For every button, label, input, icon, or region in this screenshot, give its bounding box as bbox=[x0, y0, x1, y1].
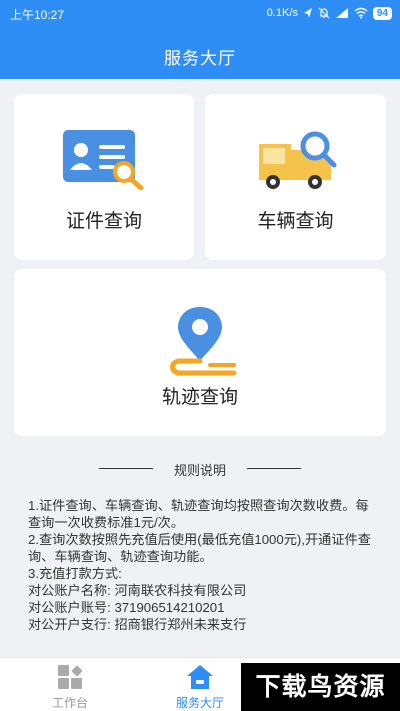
card-track-label: 轨迹查询 bbox=[161, 387, 238, 408]
tab-workbench-label: 工作台 bbox=[51, 696, 88, 710]
page-title: 服务大厅 bbox=[164, 49, 236, 68]
location-icon bbox=[303, 8, 312, 18]
location-track-icon bbox=[170, 307, 237, 376]
rules-account-number: 对公账户账号: 371906514210201 bbox=[28, 600, 225, 615]
rules-heading: 规则说明 bbox=[0, 460, 400, 478]
tab-workbench[interactable]: 工作台 bbox=[0, 658, 140, 711]
truck-search-icon bbox=[259, 131, 337, 189]
rules-text: 1.证件查询、车辆查询、轨迹查询均按照查询次数收费。每查询一次收费标准1元/次。… bbox=[28, 497, 378, 633]
divider-right bbox=[247, 468, 301, 469]
header-bar: 上午10:27 0.1K/s 94 服务大厅 bbox=[0, 0, 400, 79]
battery-level: 94 bbox=[372, 6, 392, 20]
wifi-icon bbox=[354, 7, 368, 19]
card-certificate-label: 证件查询 bbox=[65, 211, 142, 232]
rules-account-branch: 对公开户支行: 招商银行郑州未来支行 bbox=[28, 617, 247, 632]
grid-icon bbox=[58, 665, 83, 689]
network-speed: 0.1K/s bbox=[266, 7, 298, 19]
rules-line-2: 2.查询次数按照先充值后使用(最低充值1000元),开通证件查询、车辆查询、轨迹… bbox=[28, 532, 371, 564]
card-certificate-query[interactable]: 证件查询 bbox=[14, 94, 194, 260]
card-vehicle-query[interactable]: 车辆查询 bbox=[205, 94, 386, 260]
card-track-query[interactable]: 轨迹查询 bbox=[14, 269, 386, 436]
mute-icon bbox=[318, 7, 330, 19]
rules-line-1: 1.证件查询、车辆查询、轨迹查询均按照查询次数收费。每查询一次收费标准1元/次。 bbox=[28, 498, 369, 530]
status-icons: 0.1K/s 94 bbox=[267, 5, 392, 21]
watermark-logo: 下载鸟资源 bbox=[241, 663, 400, 711]
id-card-search-icon bbox=[63, 130, 144, 190]
rules-title: 规则说明 bbox=[173, 463, 226, 478]
card-vehicle-label: 车辆查询 bbox=[257, 211, 334, 232]
status-bar: 上午10:27 0.1K/s 94 bbox=[0, 0, 400, 28]
status-time: 上午10:27 bbox=[10, 8, 65, 22]
home-icon bbox=[187, 665, 213, 689]
rules-line-3: 3.充值打款方式: bbox=[28, 566, 122, 581]
signal-icon bbox=[335, 8, 348, 18]
rules-account-name: 对公账户名称: 河南联农科技有限公司 bbox=[28, 583, 247, 598]
